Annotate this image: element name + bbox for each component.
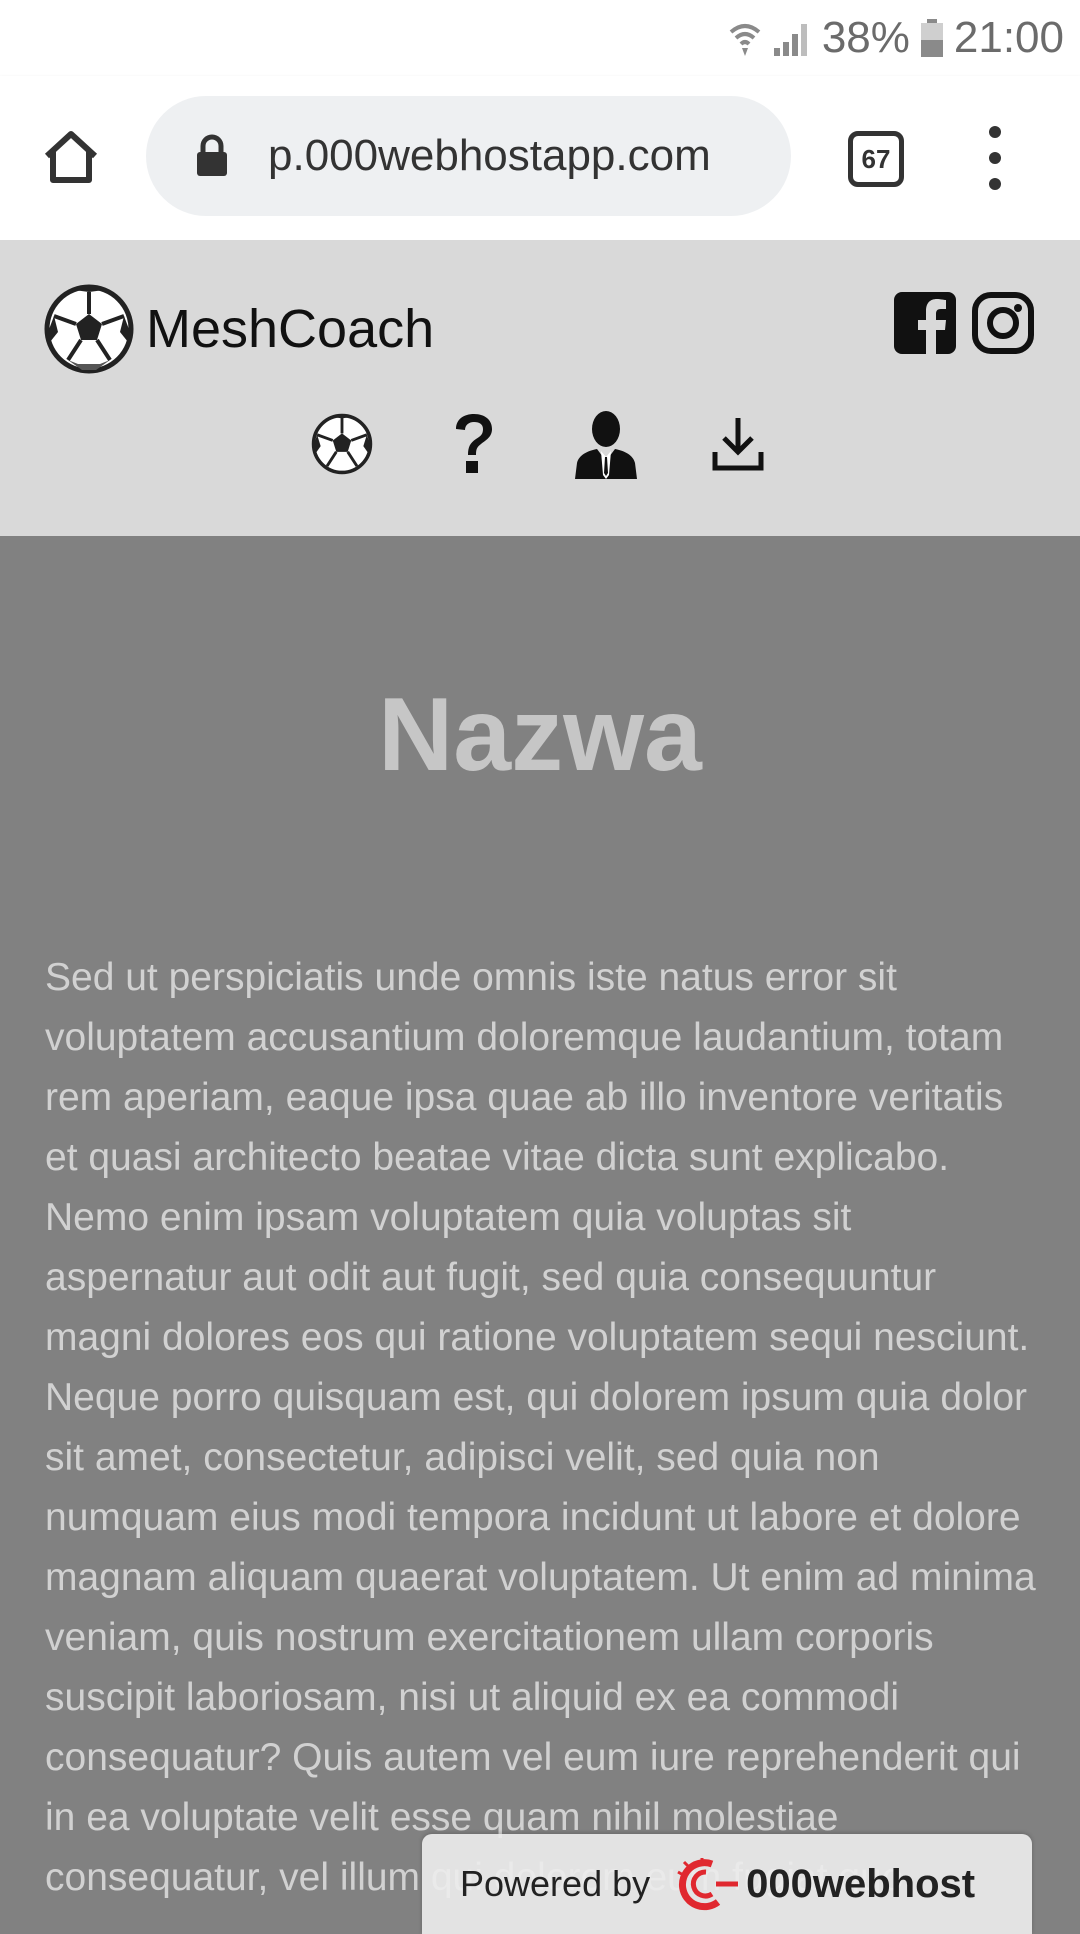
status-bar: 38% 21:00: [0, 0, 1080, 76]
social-links: [880, 290, 1036, 356]
powered-by-badge[interactable]: Powered by 000webhost: [422, 1834, 1032, 1934]
nav-football[interactable]: [306, 408, 378, 480]
powered-by-label: Powered by: [460, 1863, 651, 1904]
home-button[interactable]: [36, 122, 106, 192]
facebook-icon[interactable]: [892, 290, 958, 356]
browser-toolbar: p.000webhostapp.com 67: [0, 76, 1080, 240]
tab-switcher-button[interactable]: 67: [848, 131, 904, 187]
soccer-ball-logo-icon: [44, 284, 134, 374]
more-menu-button[interactable]: [980, 126, 1010, 190]
question-mark-icon: [456, 414, 492, 473]
nav-download[interactable]: [702, 408, 774, 480]
battery-level: 38%: [821, 13, 910, 62]
battery-icon: [920, 18, 944, 58]
clock: 21:00: [953, 13, 1064, 62]
webhost-logo-icon: [677, 1858, 739, 1911]
page-title: Nazwa: [378, 677, 702, 793]
instagram-icon[interactable]: [970, 290, 1036, 356]
main-content: Nazwa Sed ut perspiciatis unde omnis ist…: [0, 536, 1080, 1920]
webhost-brand: 000webhost: [746, 1861, 976, 1906]
soccer-ball-icon: [311, 413, 373, 475]
url-text: p.000webhostapp.com: [268, 131, 711, 180]
wifi-icon: [728, 18, 762, 58]
address-bar[interactable]: p.000webhostapp.com: [146, 96, 791, 216]
main-nav: [0, 408, 1080, 480]
site-header: MeshCoach: [0, 240, 1080, 536]
lock-icon: [194, 134, 230, 178]
coach-user-icon: [575, 411, 637, 479]
home-icon: [44, 131, 98, 183]
menu-dot: [989, 152, 1001, 164]
nav-help[interactable]: [438, 408, 510, 480]
brand-name: MeshCoach: [146, 299, 435, 359]
menu-dot: [989, 126, 1001, 138]
brand-link[interactable]: MeshCoach: [44, 284, 434, 374]
menu-dot: [989, 178, 1001, 190]
signal-icon: [772, 18, 812, 58]
body-paragraph: Sed ut perspiciatis unde omnis iste natu…: [45, 956, 1036, 1920]
nav-coach[interactable]: [570, 408, 642, 480]
download-icon: [712, 418, 764, 471]
